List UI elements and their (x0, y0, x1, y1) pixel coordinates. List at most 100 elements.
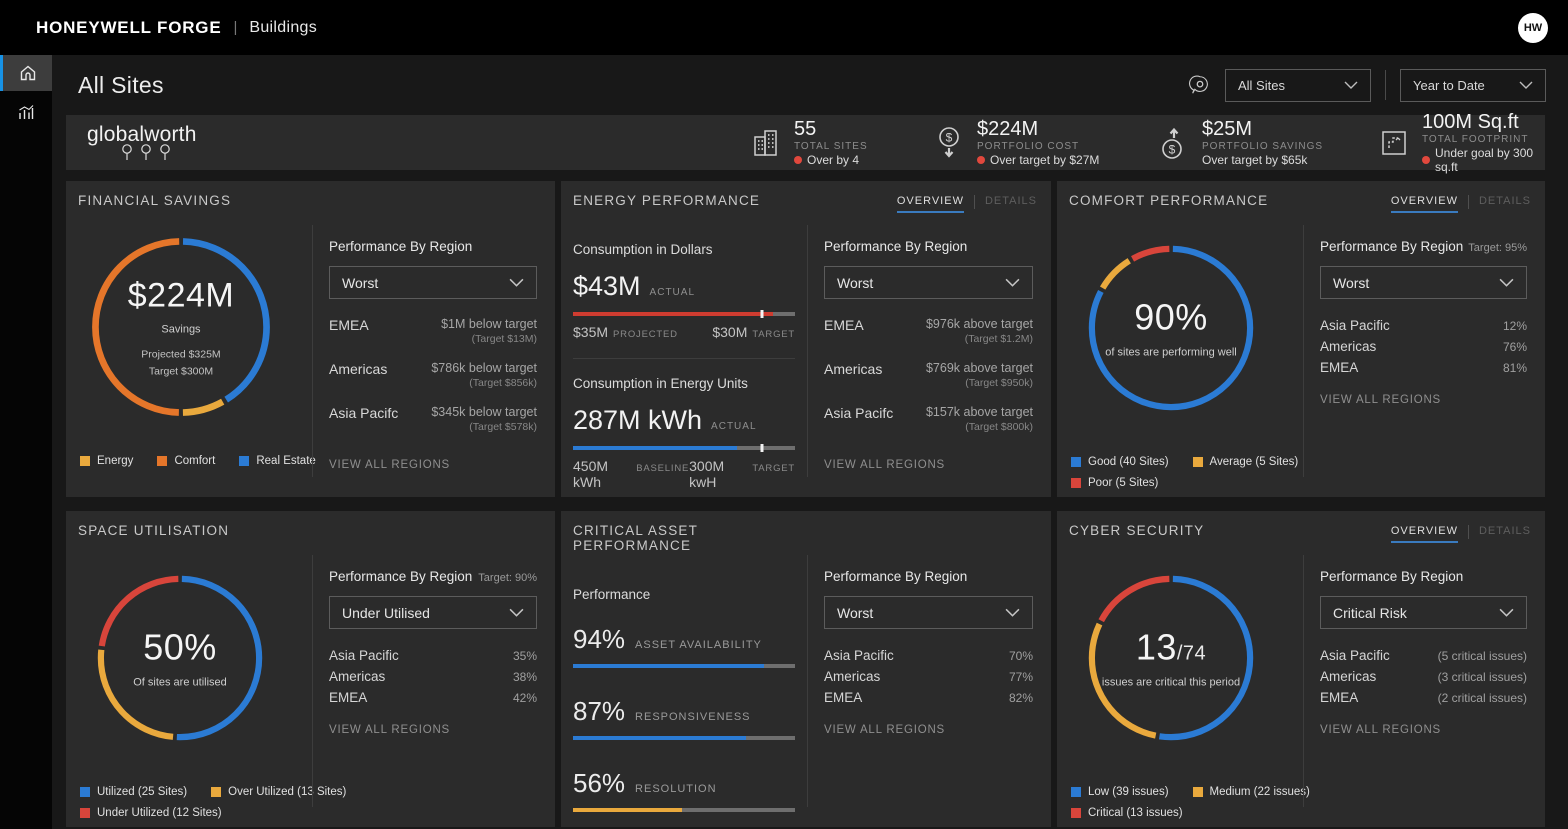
region-filter-dropdown[interactable]: Critical Risk (1320, 596, 1527, 629)
donut-subtitle: Of sites are utilised (133, 676, 227, 689)
site-filter-select[interactable]: All Sites (1225, 68, 1371, 102)
region-filter-dropdown[interactable]: Under Utilised (329, 596, 537, 629)
view-all-regions-link[interactable]: VIEW ALL REGIONS (1320, 394, 1441, 406)
donut-value: $224M (127, 276, 235, 315)
card-title: SPACE UTILISATION (78, 523, 230, 538)
card-tabs: OVERVIEW DETAILS (1390, 195, 1531, 213)
alert-dot (977, 156, 985, 164)
dashboard-page: HONEYWELL FORGE | Buildings HW All Sites… (0, 0, 1568, 829)
view-all-regions-link[interactable]: VIEW ALL REGIONS (329, 459, 450, 471)
tab-overview[interactable]: OVERVIEW (1390, 525, 1458, 543)
banner-stats: 55 TOTAL SITES Over by 4 $ $224M PORTFOL… (751, 111, 1545, 174)
card-divider (1303, 225, 1304, 477)
sidebar (0, 55, 52, 829)
period-filter-value: Year to Date (1413, 77, 1485, 93)
legend-swatch (1192, 457, 1203, 467)
analytics-icon (17, 103, 35, 121)
legend: Energy Comfort Real Estate (80, 455, 316, 467)
section-heading: Performance (573, 587, 651, 602)
tab-separator (973, 195, 975, 209)
legend-item: Energy (80, 455, 133, 467)
legend-item: Good (40 Sites) (1071, 456, 1169, 468)
legend-item: Comfort (157, 455, 215, 467)
legend-swatch (80, 808, 90, 818)
card-title: CYBER SECURITY (1069, 523, 1205, 538)
tab-details[interactable]: DETAILS (1479, 195, 1531, 213)
region-filter-value: Worst (342, 274, 379, 291)
page-header: All Sites All Sites Year to Date (52, 55, 1568, 115)
legend-item: Over Utilized (13 Sites) (211, 786, 346, 798)
portfolio-savings-icon: $ (1159, 126, 1189, 160)
chevron-down-icon (509, 608, 524, 617)
region-target: Target: 95% (1468, 242, 1527, 254)
view-all-regions-link[interactable]: VIEW ALL REGIONS (1320, 724, 1441, 736)
region-heading: Performance By Region (1320, 239, 1464, 254)
view-all-regions-link[interactable]: VIEW ALL REGIONS (824, 724, 945, 736)
location-icon[interactable] (1189, 74, 1211, 96)
card-title: COMFORT PERFORMANCE (1069, 193, 1269, 208)
region-filter-dropdown[interactable]: Worst (824, 596, 1033, 629)
responsiveness-metric: 87% RESPONSIVENESS (573, 696, 795, 740)
region-filter-dropdown[interactable]: Worst (1320, 266, 1527, 299)
asset-availability-metric: 94% ASSET AVAILABILITY (573, 624, 795, 668)
metric-value: $43M (573, 271, 641, 301)
region-panel: Performance By Region Target: 95% Worst … (1303, 181, 1545, 497)
svg-text:$: $ (946, 130, 953, 144)
tab-overview[interactable]: OVERVIEW (896, 195, 964, 213)
region-row: Asia Pacific 35% (329, 648, 537, 663)
card-tabs: OVERVIEW DETAILS (896, 195, 1037, 213)
view-all-regions-link[interactable]: VIEW ALL REGIONS (329, 724, 450, 736)
card-critical-asset-performance: CRITICAL ASSET PERFORMANCE Performance 9… (561, 511, 1051, 827)
chevron-down-icon (1005, 278, 1020, 287)
user-avatar[interactable]: HW (1518, 12, 1548, 43)
region-filter-dropdown[interactable]: Worst (824, 266, 1033, 299)
region-row: Americas $769k above target (Target $950k… (824, 361, 1033, 389)
financial-savings-donut: $224M Savings Projected $325M Target $30… (88, 234, 274, 420)
stat-portfolio-savings: $ $25M PORTFOLIO SAVINGS Over target by … (1159, 118, 1379, 167)
tab-details[interactable]: DETAILS (985, 195, 1037, 213)
sidebar-item-analytics[interactable] (0, 94, 52, 130)
stat-value: $25M (1202, 118, 1253, 140)
sidebar-item-home[interactable] (0, 55, 52, 91)
card-divider (807, 225, 808, 477)
card-divider (1303, 555, 1304, 807)
donut-value: 90% (1134, 296, 1208, 338)
chevron-down-icon (1344, 81, 1358, 89)
region-heading: Performance By Region (329, 569, 473, 584)
region-row: Asia Pacific 12% (1320, 318, 1527, 333)
donut-projected: Projected $325M (141, 348, 221, 361)
section-heading: Consumption in Energy Units (573, 376, 748, 391)
topbar: HONEYWELL FORGE | Buildings HW (0, 0, 1568, 55)
donut-denominator: /74 (1176, 642, 1207, 665)
donut-subtitle: of sites are performing well (1105, 346, 1237, 359)
view-all-regions-link[interactable]: VIEW ALL REGIONS (824, 459, 945, 471)
portfolio-cost-icon: $ (934, 126, 964, 160)
card-title: ENERGY PERFORMANCE (573, 193, 761, 208)
region-panel: Performance By Region Worst EMEA $976k a… (807, 181, 1051, 497)
region-row: Americas (3 critical issues) (1320, 669, 1527, 684)
legend-swatch (1071, 457, 1081, 467)
region-row: Asia Pacific (5 critical issues) (1320, 648, 1527, 663)
donut-subtitle: issues are critical this period (1101, 676, 1241, 689)
tab-overview[interactable]: OVERVIEW (1390, 195, 1458, 213)
tab-details[interactable]: DETAILS (1479, 525, 1531, 543)
stat-value: 100M Sq.ft (1422, 111, 1519, 133)
legend-item: Poor (5 Sites) (1071, 477, 1158, 489)
legend-swatch (1071, 808, 1081, 818)
legend-swatch (211, 787, 222, 797)
donut-value: 13 (1135, 626, 1177, 668)
card-divider (312, 225, 313, 477)
cyber-security-donut: 13/74 issues are critical this period (1085, 572, 1257, 744)
region-row: Asia Pacific 70% (824, 648, 1033, 663)
period-filter-select[interactable]: Year to Date (1400, 68, 1546, 102)
card-tabs: OVERVIEW DETAILS (1390, 525, 1531, 543)
customer-logo: globalworth (87, 124, 197, 161)
legend-swatch (1071, 478, 1081, 488)
metric-tag: ACTUAL (649, 287, 695, 298)
card-comfort-performance: OVERVIEW DETAILS COMFORT PERFORMANCE 90%… (1057, 181, 1545, 497)
alert-dot (794, 156, 802, 164)
region-filter-dropdown[interactable]: Worst (329, 266, 537, 299)
legend-swatch (1071, 787, 1081, 797)
stat-value: 55 (794, 118, 817, 140)
region-row: Americas 76% (1320, 339, 1527, 354)
